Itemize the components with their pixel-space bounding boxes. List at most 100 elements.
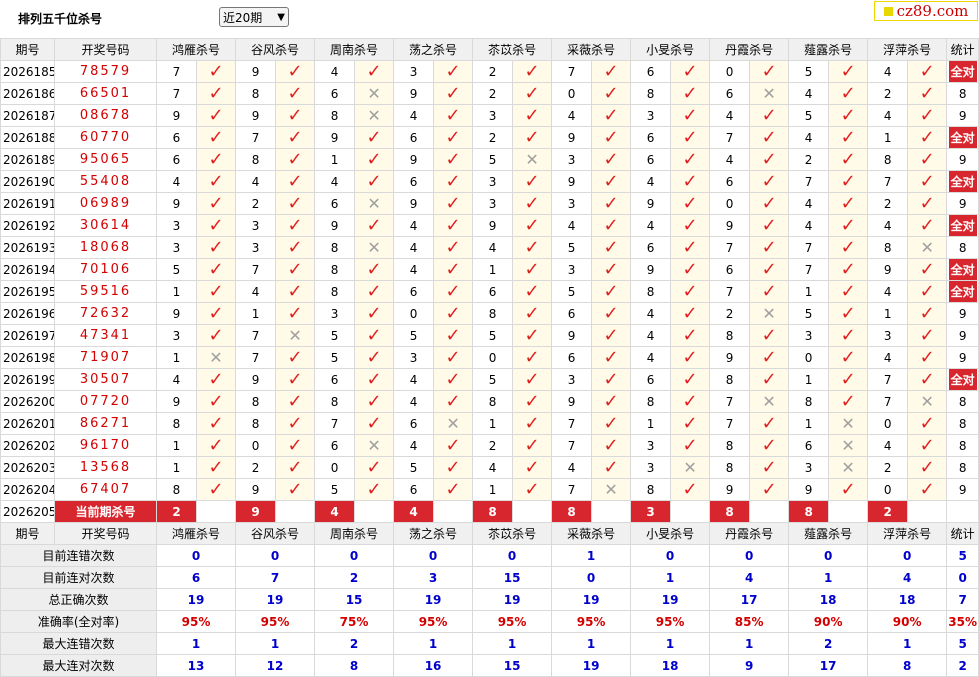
- kill-number-cell: 5: [393, 456, 435, 479]
- kill-number-cell: 5: [788, 104, 830, 127]
- summary-row: 目前连错次数 0 0 0 0 0 1 0 0 0 0 5: [0, 544, 979, 567]
- summary-value: 0: [867, 544, 948, 567]
- kill-number-cell: 3: [393, 346, 435, 369]
- kill-number-cell: 9: [630, 192, 672, 215]
- result-mark-cell: ✓: [512, 82, 553, 105]
- result-mark-cell: ✓: [670, 236, 711, 259]
- top-header-cell: 浮萍杀号: [867, 38, 948, 61]
- period-cell: 2026199: [0, 368, 55, 391]
- result-mark-cell: ✓: [354, 148, 395, 171]
- summary-value: 19: [630, 588, 711, 611]
- check-icon: ✓: [366, 412, 382, 434]
- kill-number-cell: 4: [551, 214, 593, 237]
- result-mark-cell: ✓: [907, 302, 948, 325]
- check-icon: ✓: [287, 214, 303, 236]
- summary-value: 0: [155, 544, 237, 567]
- result-mark-cell: ✓: [433, 434, 474, 457]
- result-mark-cell: ✓: [195, 434, 237, 457]
- result-mark-cell: ✕: [907, 390, 948, 413]
- result-mark-cell: ✓: [591, 104, 632, 127]
- result-mark-cell: ✓: [907, 82, 948, 105]
- result-mark-cell: ✓: [907, 280, 948, 303]
- result-mark-cell: ✓: [354, 126, 395, 149]
- kill-number-cell: 0: [393, 302, 435, 325]
- result-mark-cell: ✓: [433, 478, 474, 501]
- kill-number-cell: 9: [156, 390, 197, 413]
- current-period-row: 2026205 当前期杀号 2 9 4 4 8 8 3 8 8 2: [0, 500, 979, 523]
- kill-number-cell: 5: [314, 478, 356, 501]
- result-mark-cell: ✓: [591, 82, 632, 105]
- check-icon: ✓: [682, 170, 698, 192]
- check-icon: ✓: [840, 192, 856, 214]
- kill-number-cell: 4: [393, 368, 435, 391]
- result-mark-cell: ✓: [670, 258, 711, 281]
- kill-number-cell: 7: [867, 368, 909, 391]
- result-mark-cell: ✓: [828, 368, 869, 391]
- result-mark-cell: ✓: [195, 60, 237, 83]
- current-kill-number: 8: [788, 500, 830, 523]
- result-mark-cell: ✓: [195, 412, 237, 435]
- period-cell: 2026202: [0, 434, 55, 457]
- check-icon: ✓: [603, 192, 619, 214]
- cross-icon: ✕: [762, 391, 776, 411]
- draw-number-cell: 13568: [54, 456, 157, 479]
- check-icon: ✓: [761, 478, 777, 500]
- kill-number-cell: 8: [709, 368, 751, 391]
- check-icon: ✓: [919, 82, 935, 104]
- draw-number-cell: 66501: [54, 82, 157, 105]
- result-mark-cell: ✓: [670, 324, 711, 347]
- check-icon: ✓: [287, 478, 303, 500]
- result-mark-cell: ✓: [512, 412, 553, 435]
- period-select[interactable]: 近20期 ▼: [219, 7, 289, 27]
- result-mark-cell: ✓: [433, 214, 474, 237]
- result-mark-cell: ✓: [749, 456, 790, 479]
- summary-value: 4: [709, 566, 790, 589]
- stat-cell: 9: [946, 148, 979, 171]
- bottom-header-cell: 周南杀号: [314, 522, 395, 545]
- result-mark-cell: ✓: [354, 478, 395, 501]
- brand-logo[interactable]: cz89.com: [874, 1, 978, 21]
- summary-value: 1: [472, 632, 553, 655]
- check-icon: ✓: [287, 390, 303, 412]
- kill-number-cell: 4: [630, 346, 672, 369]
- kill-number-cell: 5: [314, 324, 356, 347]
- check-icon: ✓: [919, 456, 935, 478]
- check-icon: ✓: [761, 434, 777, 456]
- check-icon: ✓: [208, 192, 224, 214]
- current-kill-number: 4: [393, 500, 435, 523]
- result-mark-cell: ✓: [512, 390, 553, 413]
- check-icon: ✓: [840, 104, 856, 126]
- result-mark-cell: ✓: [749, 148, 790, 171]
- kill-number-cell: 8: [630, 82, 672, 105]
- kill-number-cell: 3: [156, 324, 197, 347]
- current-kill-number: 8: [551, 500, 593, 523]
- check-icon: ✓: [682, 104, 698, 126]
- bottom-header-cell: 谷风杀号: [235, 522, 316, 545]
- check-icon: ✓: [445, 258, 461, 280]
- check-icon: ✓: [682, 82, 698, 104]
- current-kill-number: 4: [314, 500, 356, 523]
- check-icon: ✓: [761, 104, 777, 126]
- check-icon: ✓: [445, 60, 461, 82]
- current-kill-spacer: [749, 500, 790, 523]
- summary-value: 4: [867, 566, 948, 589]
- period-cell: 2026185: [0, 60, 55, 83]
- check-icon: ✓: [366, 214, 382, 236]
- kill-number-cell: 1: [788, 412, 830, 435]
- kill-number-cell: 4: [393, 258, 435, 281]
- check-icon: ✓: [208, 148, 224, 170]
- kill-number-cell: 1: [788, 280, 830, 303]
- kill-number-cell: 6: [709, 258, 751, 281]
- check-icon: ✓: [840, 478, 856, 500]
- check-icon: ✓: [919, 478, 935, 500]
- kill-number-cell: 8: [867, 148, 909, 171]
- summary-value: 95%: [235, 610, 316, 633]
- kill-number-cell: 1: [472, 412, 514, 435]
- kill-number-cell: 9: [156, 192, 197, 215]
- current-kill-number: 9: [235, 500, 277, 523]
- table-row: 2026185 78579 7 ✓ 9 ✓ 4 ✓ 3 ✓ 2 ✓ 7 ✓ 6 ✓ 0 ✓ 5 ✓ 4 ✓ 全对: [0, 60, 979, 83]
- kill-number-cell: 9: [709, 346, 751, 369]
- kill-number-cell: 2: [709, 302, 751, 325]
- cross-icon: ✕: [841, 435, 855, 455]
- top-header-cell: 荡之杀号: [393, 38, 474, 61]
